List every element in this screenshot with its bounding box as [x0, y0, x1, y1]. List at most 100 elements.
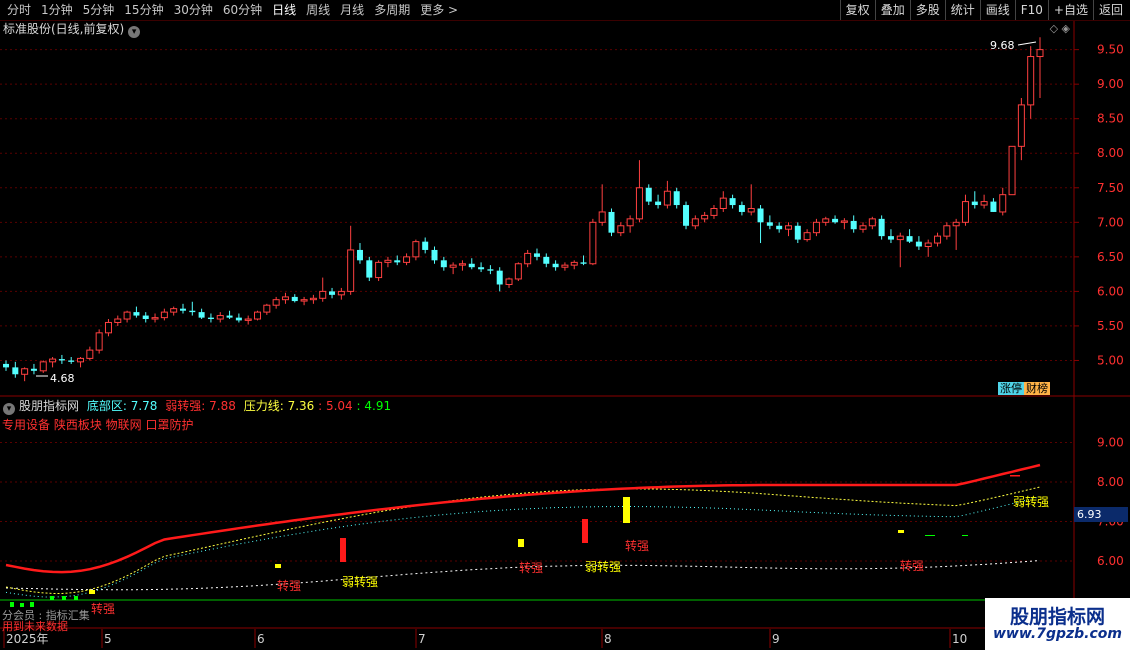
candle-body-up: [598, 211, 606, 223]
watermark: 股朋指标网 www.7gpzb.com: [985, 598, 1130, 650]
candle-body-down: [608, 211, 615, 233]
value-bottom-zone: 7.78: [130, 399, 158, 413]
indicator-axis-label: 6.00: [1097, 554, 1124, 568]
candlesticks: [3, 37, 1044, 382]
candle-body-up: [691, 218, 699, 227]
candle-body-down: [12, 367, 19, 375]
candle-body-up: [1036, 49, 1044, 58]
candle-body-up: [403, 256, 411, 263]
signal-bar-green: [62, 596, 66, 600]
candle-body-up: [980, 201, 988, 206]
indicator-line-red: [5, 463, 1041, 574]
candle-body-up: [412, 241, 420, 258]
candle-body-up: [868, 218, 876, 227]
candle-body-up: [822, 218, 830, 223]
add-watchlist-button[interactable]: +自选: [1047, 0, 1093, 20]
signal-bar-green: [50, 596, 54, 600]
candle-body-up: [384, 259, 392, 263]
candle-body-down: [906, 236, 913, 242]
overlay-button[interactable]: 叠加: [874, 0, 910, 20]
chevron-down-icon[interactable]: ▾: [3, 403, 15, 415]
candle-body-down: [738, 205, 745, 212]
stock-title[interactable]: 标准股份(日线,前复权) ▾: [3, 21, 141, 38]
candle-body-down: [468, 263, 475, 268]
watermark-url: www.7gpzb.com: [992, 626, 1122, 642]
date-axis: 2025年 5 6 7 8 9 10: [3, 629, 967, 648]
signal-label-turn-strong: 转强: [91, 601, 115, 616]
draw-line-button[interactable]: 画线: [979, 0, 1015, 20]
candle-body-down: [30, 368, 37, 371]
restore-rights-button[interactable]: 复权: [839, 0, 875, 20]
candle-body-down: [915, 241, 922, 247]
signal-bar-red: [1010, 475, 1020, 477]
signal-bar-green: [962, 535, 968, 536]
candle-body-up: [337, 290, 345, 296]
tab-monthly[interactable]: 月线: [335, 0, 369, 20]
candle-body-up: [170, 308, 178, 313]
tab-daily[interactable]: 日线: [267, 0, 301, 20]
candle-body-down: [729, 198, 736, 206]
date-axis-label: 10: [952, 632, 967, 646]
candle-body-down: [683, 205, 690, 226]
tab-more[interactable]: 更多 >: [415, 0, 463, 20]
f10-button[interactable]: F10: [1014, 0, 1048, 20]
candle-body-up: [1008, 145, 1016, 196]
candle-body-down: [394, 260, 401, 263]
candle-body-up: [719, 197, 727, 209]
stats-button[interactable]: 统计: [944, 0, 980, 20]
value-5: 4.91: [364, 399, 392, 413]
chevron-down-icon[interactable]: ▾: [128, 26, 141, 38]
signal-label-weak-turn-strong: 弱转强: [1013, 494, 1049, 509]
date-axis-label: 5: [104, 632, 112, 646]
high-label: 9.68: [990, 39, 1015, 52]
tab-fenshi[interactable]: 分时: [2, 0, 36, 20]
candle-body-up: [216, 315, 224, 320]
tab-multi-period[interactable]: 多周期: [369, 0, 415, 20]
badge-finance[interactable]: 财榜: [1024, 382, 1050, 395]
date-axis-label: 7: [418, 632, 426, 646]
indicator-header: ▾ 股朋指标网 底部区: 7.78 弱转强: 7.88 压力线: 7.36 : 5…: [3, 398, 392, 415]
value-pressure: 7.36: [287, 399, 315, 413]
price-axis-label: 9.00: [1097, 77, 1124, 91]
candle-body-up: [272, 299, 280, 306]
price-axis-label: 7.50: [1097, 181, 1124, 195]
tab-5min[interactable]: 5分钟: [78, 0, 120, 20]
candle-body-up: [561, 264, 569, 268]
candle-body-up: [160, 311, 168, 319]
candle-body-up: [375, 261, 383, 279]
toolbar: 分时 1分钟 5分钟 15分钟 30分钟 60分钟 日线 周线 月线 多周期 更…: [0, 0, 1130, 21]
signal-bars: [10, 475, 1020, 607]
candle-body-down: [552, 263, 559, 268]
indicator-lines: [5, 463, 1041, 598]
chart-canvas[interactable]: 转强 弱转强 转强 弱转强 转强 转强 弱转强 转强 9.50 9.00 8.50 8…: [0, 0, 1130, 650]
candle-body-up: [803, 232, 811, 241]
date-axis-label: 2025年: [6, 632, 49, 646]
candle-body-down: [291, 296, 298, 302]
signal-label-weak-turn-strong: 弱转强: [342, 574, 378, 589]
candle-body-up: [934, 235, 942, 244]
badge-limit-up[interactable]: 涨停: [998, 382, 1024, 395]
chart-options-icon[interactable]: ◇ ◈: [1050, 22, 1070, 35]
signal-bar-red: [340, 538, 346, 562]
tab-1min[interactable]: 1分钟: [36, 0, 78, 20]
tab-60min[interactable]: 60分钟: [218, 0, 267, 20]
tab-15min[interactable]: 15分钟: [119, 0, 168, 20]
candle-body-down: [440, 260, 447, 268]
indicator-name[interactable]: 股朋指标网: [19, 399, 79, 413]
candle-body-down: [207, 317, 214, 320]
candle-body-up: [86, 349, 94, 359]
price-axis-label: 8.50: [1097, 112, 1124, 126]
indicator-line-yellow-dotted: [5, 486, 1041, 594]
tab-30min[interactable]: 30分钟: [169, 0, 218, 20]
candle-body-down: [179, 308, 186, 311]
price-axis-label: 5.00: [1097, 353, 1124, 367]
back-button[interactable]: 返回: [1092, 0, 1128, 20]
multi-stock-button[interactable]: 多股: [909, 0, 945, 20]
candle-body-down: [366, 260, 373, 278]
candle-body-up: [896, 235, 904, 241]
tab-weekly[interactable]: 周线: [301, 0, 335, 20]
signal-bar-yellow: [518, 539, 524, 547]
candle-body-down: [766, 222, 773, 226]
candle-body-up: [952, 221, 960, 227]
candle-body-down: [3, 363, 9, 368]
